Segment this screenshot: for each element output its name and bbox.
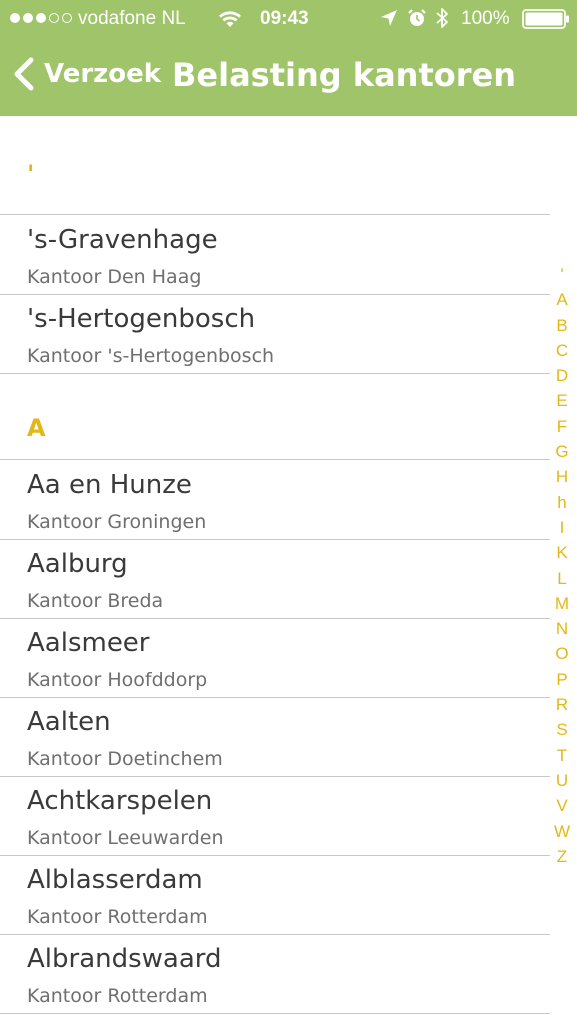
section-header: A xyxy=(0,374,550,460)
section-letter: ' xyxy=(27,160,35,188)
list-item[interactable]: Aalburg Kantoor Breda xyxy=(0,539,550,619)
office-list[interactable]: ' 's-Gravenhage Kantoor Den Haag 's-Hert… xyxy=(0,116,577,1024)
signal-dot xyxy=(62,13,72,23)
carrier-name: vodafone NL xyxy=(78,8,186,29)
signal-dot xyxy=(10,13,20,23)
municipality-name: Alblasserdam xyxy=(27,865,203,895)
signal-dot xyxy=(49,13,59,23)
municipality-name: Achtkarspelen xyxy=(27,786,213,816)
list-item[interactable]: Aalten Kantoor Doetinchem xyxy=(0,697,550,777)
back-button-label: Verzoek xyxy=(44,59,162,89)
index-letter[interactable]: A xyxy=(552,287,572,312)
back-button[interactable]: Verzoek xyxy=(10,52,161,96)
list-item[interactable]: 's-Gravenhage Kantoor Den Haag xyxy=(0,215,550,295)
signal-dot xyxy=(36,13,46,23)
index-letter[interactable]: h xyxy=(552,490,572,515)
municipality-name: Aa en Hunze xyxy=(27,470,192,500)
index-letter[interactable]: W xyxy=(552,819,572,844)
chevron-left-icon xyxy=(14,57,34,91)
index-letter[interactable]: ' xyxy=(552,262,572,287)
index-letter[interactable]: S xyxy=(552,717,572,742)
municipality-name: Albrandswaard xyxy=(27,944,222,974)
bluetooth-icon xyxy=(436,8,448,28)
office-name: Kantoor Rotterdam xyxy=(27,906,208,928)
index-letter[interactable]: C xyxy=(552,338,572,363)
office-name: Kantoor 's-Hertogenbosch xyxy=(27,345,275,367)
municipality-name: 's-Hertogenbosch xyxy=(27,304,256,334)
location-arrow-icon xyxy=(381,10,397,26)
list-item[interactable]: Aalsmeer Kantoor Hoofddorp xyxy=(0,618,550,698)
section-header: ' xyxy=(0,116,550,215)
office-name: Kantoor Den Haag xyxy=(27,266,202,288)
index-letter[interactable]: M xyxy=(552,591,572,616)
index-letter[interactable]: P xyxy=(552,667,572,692)
index-letter[interactable]: O xyxy=(552,641,572,666)
list-item[interactable]: Achtkarspelen Kantoor Leeuwarden xyxy=(0,776,550,856)
navigation-bar: Verzoek Belasting kantoren xyxy=(0,38,577,116)
office-name: Kantoor Doetinchem xyxy=(27,748,223,770)
battery-icon xyxy=(522,9,569,29)
index-letter[interactable]: K xyxy=(552,540,572,565)
index-letter[interactable]: G xyxy=(552,439,572,464)
municipality-name: Aalburg xyxy=(27,549,128,579)
municipality-name: Aalten xyxy=(27,707,111,737)
index-letter[interactable]: N xyxy=(552,616,572,641)
signal-dot xyxy=(23,13,33,23)
index-letter[interactable]: T xyxy=(552,743,572,768)
municipality-name: Aalsmeer xyxy=(27,628,150,658)
list-item[interactable]: 's-Hertogenbosch Kantoor 's-Hertogenbosc… xyxy=(0,294,550,374)
office-name: Kantoor Leeuwarden xyxy=(27,827,224,849)
section-letter: A xyxy=(27,414,46,442)
page-title: Belasting kantoren xyxy=(172,56,516,94)
app-screen: vodafone NL 09:43 100% Verzoek Belasting… xyxy=(0,0,577,1024)
municipality-name: 's-Gravenhage xyxy=(27,225,218,255)
header: vodafone NL 09:43 100% Verzoek Belasting… xyxy=(0,0,577,116)
index-letter[interactable]: U xyxy=(552,768,572,793)
index-letter[interactable]: Z xyxy=(552,844,572,869)
index-letter[interactable]: E xyxy=(552,388,572,413)
index-letter[interactable]: B xyxy=(552,313,572,338)
list-item[interactable]: Albrandswaard Kantoor Rotterdam xyxy=(0,934,550,1014)
index-letter[interactable]: V xyxy=(552,793,572,818)
index-letter[interactable]: D xyxy=(552,363,572,388)
list-item[interactable]: Aa en Hunze Kantoor Groningen xyxy=(0,460,550,540)
office-name: Kantoor Groningen xyxy=(27,511,207,533)
office-name: Kantoor Hoofddorp xyxy=(27,669,208,691)
index-letter[interactable]: F xyxy=(552,414,572,439)
alarm-clock-icon xyxy=(408,9,426,26)
signal-strength-icon xyxy=(10,13,72,23)
index-letter[interactable]: H xyxy=(552,464,572,489)
index-letter[interactable]: I xyxy=(552,515,572,540)
status-time: 09:43 xyxy=(260,8,309,29)
battery-percentage: 100% xyxy=(461,8,510,29)
index-letter[interactable]: R xyxy=(552,692,572,717)
office-name: Kantoor Breda xyxy=(27,590,164,612)
section-index[interactable]: ' A B C D E F G Hh I K L M N O P R S T U V W Z xyxy=(552,262,572,869)
list-item[interactable]: Alblasserdam Kantoor Rotterdam xyxy=(0,855,550,935)
wifi-icon xyxy=(219,11,241,27)
office-name: Kantoor Rotterdam xyxy=(27,985,208,1007)
status-bar: vodafone NL 09:43 100% xyxy=(0,0,577,38)
index-letter[interactable]: L xyxy=(552,566,572,591)
